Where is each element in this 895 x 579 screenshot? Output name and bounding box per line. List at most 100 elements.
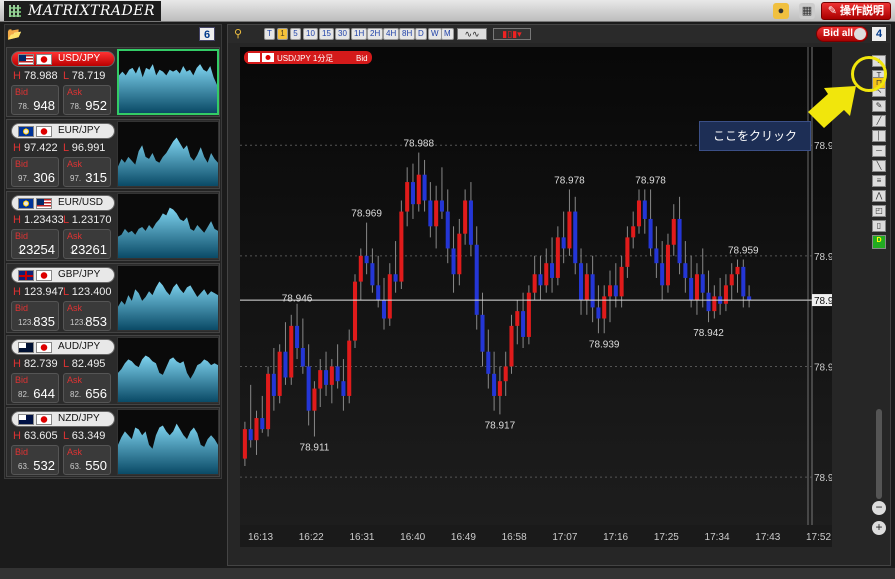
timeframe-d[interactable]: D bbox=[415, 28, 427, 40]
rate-card-eur-usd[interactable]: EUR/USD H 1.23433 L 1.23170 Bid 1. 23254… bbox=[6, 191, 220, 261]
chart-type-wave-icon[interactable]: ∿∿ bbox=[457, 28, 487, 40]
zoom-slider[interactable] bbox=[876, 409, 882, 499]
rate-card-eur-jpy[interactable]: EUR/JPY H 97.422 L 96.991 Bid 97. 306 As… bbox=[6, 119, 220, 189]
mini-chart[interactable] bbox=[117, 193, 219, 259]
price-annotation: 78.988 bbox=[403, 139, 434, 150]
status-bar bbox=[0, 568, 895, 579]
rate-count-badge[interactable]: 6 bbox=[199, 27, 215, 41]
bid-button[interactable]: Bid 82. 644 bbox=[11, 373, 59, 403]
timeframe-5[interactable]: 5 bbox=[290, 28, 301, 40]
app-logo: MATRIXTRADER bbox=[4, 1, 162, 21]
ask-button[interactable]: Ask 78. 952 bbox=[63, 85, 111, 115]
rate-card-gbp-jpy[interactable]: GBP/JPY H 123.947 L 123.400 Bid 123. 835… bbox=[6, 263, 220, 333]
candle-body bbox=[439, 200, 444, 212]
chart-count-badge[interactable]: 4 bbox=[872, 27, 886, 41]
mini-chart[interactable] bbox=[117, 337, 219, 403]
fan-tool-icon[interactable]: ⋀ bbox=[872, 190, 886, 202]
vline-tool-icon[interactable]: │ bbox=[872, 130, 886, 142]
symbol-tag-side: Bid bbox=[356, 54, 368, 63]
ask-button[interactable]: Ask 97. 315 bbox=[63, 157, 111, 187]
mini-chart[interactable] bbox=[117, 409, 219, 475]
timeframe-4h[interactable]: 4H bbox=[383, 28, 400, 40]
ask-button[interactable]: Ask 82. 656 bbox=[63, 373, 111, 403]
flag-jp-dot bbox=[265, 55, 271, 60]
zoom-icon[interactable]: ⚲ bbox=[234, 27, 242, 40]
pair-button[interactable]: EUR/JPY bbox=[11, 123, 115, 139]
pair-button[interactable]: GBP/JPY bbox=[11, 267, 115, 283]
trash-tool-icon[interactable]: ▯ bbox=[872, 220, 886, 232]
ask-button[interactable]: Ask 1. 23261 bbox=[63, 229, 111, 259]
bid-button[interactable]: Bid 1. 23254 bbox=[11, 229, 59, 259]
timeframe-1h[interactable]: 1H bbox=[351, 28, 368, 40]
candle-body bbox=[242, 429, 247, 459]
timeframe-w[interactable]: W bbox=[428, 28, 442, 40]
rate-card-nzd-jpy[interactable]: NZD/JPY H 63.605 L 63.349 Bid 63. 532 As… bbox=[6, 407, 220, 477]
bid-all-toggle[interactable]: Bid all bbox=[816, 26, 868, 42]
timeframe-15[interactable]: 15 bbox=[319, 28, 334, 40]
low-price: L 63.349 bbox=[63, 430, 106, 442]
pen-tool-icon[interactable]: ✎ bbox=[872, 100, 886, 112]
hline-tool-icon[interactable]: ─ bbox=[872, 145, 886, 157]
candle-body bbox=[689, 277, 694, 301]
candle-body bbox=[370, 263, 375, 286]
bid-button[interactable]: Bid 78. 948 bbox=[11, 85, 59, 115]
bid-button[interactable]: Bid 63. 532 bbox=[11, 445, 59, 475]
mini-chart[interactable] bbox=[117, 121, 219, 187]
bid-button[interactable]: Bid 123. 835 bbox=[11, 301, 59, 331]
line-tool-icon[interactable]: ╱ bbox=[872, 115, 886, 127]
rate-card-usd-jpy[interactable]: USD/JPY H 78.988 L 78.719 Bid 78. 948 As… bbox=[6, 47, 220, 117]
timeframe-10[interactable]: 10 bbox=[303, 28, 318, 40]
pair-button[interactable]: USD/JPY bbox=[11, 51, 115, 67]
candle-body bbox=[648, 218, 653, 249]
x-tick-label: 17:25 bbox=[654, 532, 679, 543]
timeframe-30[interactable]: 30 bbox=[335, 28, 350, 40]
timeframe-m[interactable]: M bbox=[441, 28, 454, 40]
flag-jp-icon bbox=[36, 342, 52, 353]
timeframe-t[interactable]: T bbox=[264, 28, 275, 40]
flag-eu-icon bbox=[18, 198, 34, 209]
rate-card-aud-jpy[interactable]: AUD/JPY H 82.739 L 82.495 Bid 82. 644 As… bbox=[6, 335, 220, 405]
ask-button[interactable]: Ask 63. 550 bbox=[63, 445, 111, 475]
ray-tool-icon[interactable]: ╲ bbox=[872, 160, 886, 172]
candle-body bbox=[521, 311, 526, 337]
candle-body bbox=[329, 366, 334, 385]
zoom-in-icon[interactable]: + bbox=[872, 521, 886, 535]
y-tick-label: 78.930 bbox=[814, 362, 832, 373]
x-tick-label: 17:34 bbox=[705, 532, 730, 543]
logo-grid-icon bbox=[9, 5, 21, 17]
candle-body bbox=[642, 200, 647, 219]
pair-button[interactable]: AUD/JPY bbox=[11, 339, 115, 355]
bid-all-knob bbox=[854, 28, 866, 40]
delete-tool-icon[interactable]: D bbox=[872, 235, 886, 249]
candle-body bbox=[579, 263, 584, 301]
timeframe-2h[interactable]: 2H bbox=[367, 28, 384, 40]
print-icon[interactable]: ▦ bbox=[799, 3, 815, 19]
mini-chart[interactable] bbox=[117, 49, 219, 115]
price-annotation: 78.978 bbox=[635, 175, 666, 186]
candlestick-type-icon[interactable]: ▮▯▮▾ bbox=[493, 28, 531, 40]
eraser-tool-icon[interactable]: ◰ bbox=[872, 205, 886, 217]
x-tick-label: 16:13 bbox=[248, 532, 273, 543]
candle-body bbox=[428, 200, 433, 227]
candle-body bbox=[364, 255, 369, 264]
ask-button[interactable]: Ask 123. 853 bbox=[63, 301, 111, 331]
zoom-out-icon[interactable]: − bbox=[872, 501, 886, 515]
candle-body bbox=[671, 218, 676, 245]
timeframe-8h[interactable]: 8H bbox=[399, 28, 416, 40]
timeframe-1[interactable]: 1 bbox=[277, 28, 288, 40]
folder-icon[interactable]: 📂 bbox=[7, 27, 22, 41]
candle-body bbox=[295, 325, 300, 348]
pair-button[interactable]: NZD/JPY bbox=[11, 411, 115, 427]
flag-gb-icon bbox=[18, 270, 34, 281]
candle-body bbox=[486, 351, 491, 374]
channel-tool-icon[interactable]: ≡ bbox=[872, 175, 886, 187]
pair-button[interactable]: EUR/USD bbox=[11, 195, 115, 211]
user-icon[interactable]: ● bbox=[773, 3, 789, 19]
mini-chart[interactable] bbox=[117, 265, 219, 331]
bid-button[interactable]: Bid 97. 306 bbox=[11, 157, 59, 187]
candle-body bbox=[451, 248, 456, 275]
top-icons: ● ▦ bbox=[773, 3, 815, 19]
candle-body bbox=[619, 266, 624, 297]
help-button[interactable]: ✎ 操作説明 bbox=[820, 2, 891, 20]
candle-body bbox=[376, 285, 381, 301]
